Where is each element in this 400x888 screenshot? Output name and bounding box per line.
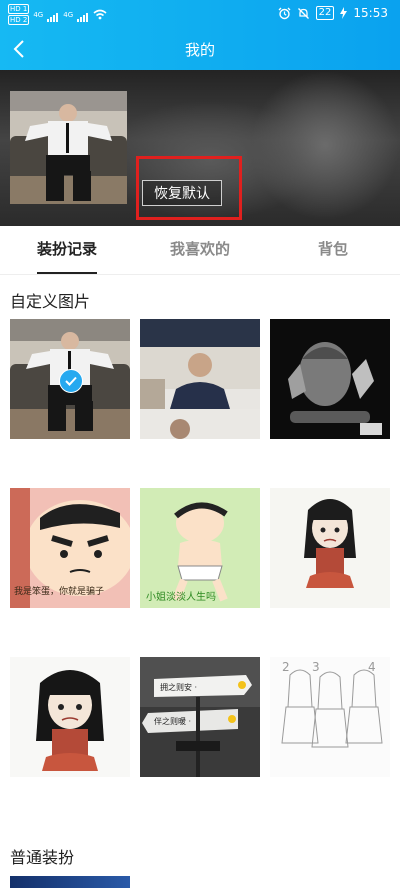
tab-bar: 装扮记录 我喜欢的 背包 <box>0 226 400 275</box>
hd1-badge: HD 1 <box>8 4 30 14</box>
caption-shinchan1: 我是笨蛋，你就是骗子 <box>14 585 104 597</box>
section-title-normal-dress: 普通装扮 <box>10 848 75 867</box>
page-title: 我的 <box>184 41 215 59</box>
caption-shinchan2: 小姐淡淡人生吗 <box>146 590 216 603</box>
charging-icon <box>340 7 348 19</box>
image-tile-sketch-girls[interactable]: 2 3 4 <box>270 657 390 777</box>
section-title-custom-images: 自定义图片 <box>10 292 91 311</box>
network-type-2: 4G <box>63 10 74 19</box>
tab-active-indicator <box>37 272 97 274</box>
alarm-icon <box>278 7 291 19</box>
tab-favorites[interactable]: 我喜欢的 <box>170 238 230 259</box>
current-background-thumbnail[interactable] <box>10 91 127 204</box>
image-tile-crying-girl-1[interactable] <box>270 488 390 608</box>
tab-backpack[interactable]: 背包 <box>318 238 348 259</box>
svg-text:2: 2 <box>282 660 290 674</box>
wifi-icon <box>93 9 107 20</box>
signal-icon-1 <box>47 8 59 22</box>
svg-text:3: 3 <box>312 660 320 674</box>
caption-sign1: 拥之则安 · <box>160 682 197 692</box>
image-tile-shinchan-angry[interactable]: 我是笨蛋，你就是骗子 <box>10 488 130 608</box>
hd2-badge: HD 2 <box>8 15 30 25</box>
tab-dress-history[interactable]: 装扮记录 <box>37 238 97 259</box>
image-tile-shinchan-dance[interactable]: 小姐淡淡人生吗 <box>140 488 260 608</box>
image-tile-signpost[interactable]: 拥之则安 · 伴之则暖 · <box>140 657 260 777</box>
image-tile-crying-girl-2[interactable] <box>10 657 130 777</box>
battery-indicator: 22 <box>315 6 335 20</box>
status-bar: HD 1 HD 2 4G 4G 22 15:53 <box>0 0 400 28</box>
network-type-1: 4G <box>33 10 44 19</box>
clock: 15:53 <box>353 6 388 20</box>
mute-bell-icon <box>297 7 309 19</box>
caption-sign2: 伴之则暖 · <box>154 716 191 726</box>
image-tile-collage-man[interactable] <box>140 319 260 439</box>
normal-dress-tile-preview[interactable] <box>10 876 130 888</box>
title-row: 我的 <box>0 28 400 70</box>
signal-icon-2 <box>77 8 89 22</box>
selected-check-icon <box>59 369 83 393</box>
highlight-box <box>136 156 242 220</box>
svg-text:4: 4 <box>368 660 376 674</box>
image-tile-bw-portrait[interactable] <box>270 319 390 439</box>
